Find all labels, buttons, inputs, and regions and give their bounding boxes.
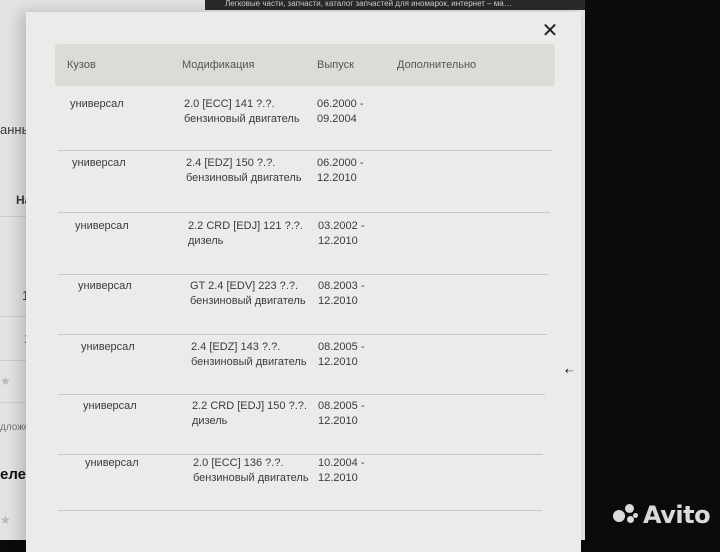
avito-watermark-text: Avito <box>643 501 711 529</box>
cell-modification: GT 2.4 [EDV] 223 ?.?. <box>190 280 299 292</box>
cell-modification: 2.2 CRD [EDJ] 121 ?.?. <box>188 220 303 232</box>
cell-release: 12.2010 <box>318 356 358 368</box>
cell-modification: бензиновый двигатель <box>191 356 307 368</box>
star-icon: ★ <box>0 374 11 388</box>
avito-watermark: Avito <box>613 500 711 530</box>
column-header-additional: Дополнительно <box>397 59 477 71</box>
cell-modification: 2.0 [ECC] 136 ?.?. <box>193 457 284 469</box>
cell-release: 12.2010 <box>318 415 358 427</box>
cell-release: 10.2004 - <box>318 457 365 469</box>
cell-release: 03.2002 - <box>318 220 365 232</box>
table-row[interactable]: универсал 2.0 [ECC] 141 ?.?. бензиновый дв… <box>58 88 552 151</box>
table-row[interactable]: универсал 2.4 [EDZ] 143 ?.?. бензиновый дв… <box>58 332 545 395</box>
cell-body: универсал <box>78 280 132 292</box>
star-icon: ★ <box>0 513 11 527</box>
column-header-modification: Модификация <box>182 59 255 71</box>
cell-modification: бензиновый двигатель <box>190 295 306 307</box>
cell-modification: 2.4 [EDZ] 150 ?.?. <box>186 157 276 169</box>
cell-modification: бензиновый двигатель <box>184 113 300 125</box>
cell-release: 08.2005 - <box>318 400 365 412</box>
cell-body: универсал <box>70 98 124 110</box>
table-row[interactable]: универсал 2.2 CRD [EDJ] 121 ?.?. дизель 03.… <box>58 212 548 275</box>
table-row[interactable]: универсал 2.2 CRD [EDJ] 150 ?.?. дизель 08.… <box>58 392 543 455</box>
cell-release: 12.2010 <box>318 235 358 247</box>
cell-release: 08.2003 - <box>318 280 365 292</box>
table-row[interactable]: универсал GT 2.4 [EDV] 223 ?.?. бензиновый… <box>58 272 547 335</box>
avito-logo-icon <box>613 502 639 528</box>
column-header-body: Кузов <box>67 59 96 71</box>
cell-modification: 2.4 [EDZ] 143 ?.?. <box>191 341 281 353</box>
cell-release: 06.2000 - <box>317 98 364 110</box>
cell-modification: дизель <box>188 235 224 247</box>
cell-modification: 2.0 [ECC] 141 ?.?. <box>184 98 275 110</box>
browser-tab-title: Легковые части, запчасти, каталог запчас… <box>205 0 585 10</box>
cell-modification: бензиновый двигатель <box>186 172 302 184</box>
close-icon[interactable]: ✕ <box>541 21 559 41</box>
column-header-release: Выпуск <box>317 59 354 71</box>
cell-release: 09.2004 <box>317 113 357 125</box>
cell-body: универсал <box>75 220 129 232</box>
cell-modification: 2.2 CRD [EDJ] 150 ?.?. <box>192 400 307 412</box>
cell-release: 12.2010 <box>317 172 357 184</box>
table-row[interactable]: универсал 2.4 [EDZ] 150 ?.?. бензиновый дв… <box>58 150 550 213</box>
cell-release: 06.2000 - <box>317 157 364 169</box>
cell-modification: дизель <box>192 415 228 427</box>
cell-modification: бензиновый двигатель <box>193 472 309 484</box>
cell-release: 12.2010 <box>318 295 358 307</box>
table-row[interactable]: универсал 2.0 [ECC] 136 ?.?. бензиновый дв… <box>58 448 542 511</box>
table-header: Кузов Модификация Выпуск Дополнительно <box>55 44 555 86</box>
cell-release: 08.2005 - <box>318 341 365 353</box>
cell-body: универсал <box>83 400 137 412</box>
cursor-mark: ⇠ <box>565 366 573 377</box>
cell-body: универсал <box>72 157 126 169</box>
cell-body: универсал <box>85 457 139 469</box>
cell-release: 12.2010 <box>318 472 358 484</box>
cell-body: универсал <box>81 341 135 353</box>
